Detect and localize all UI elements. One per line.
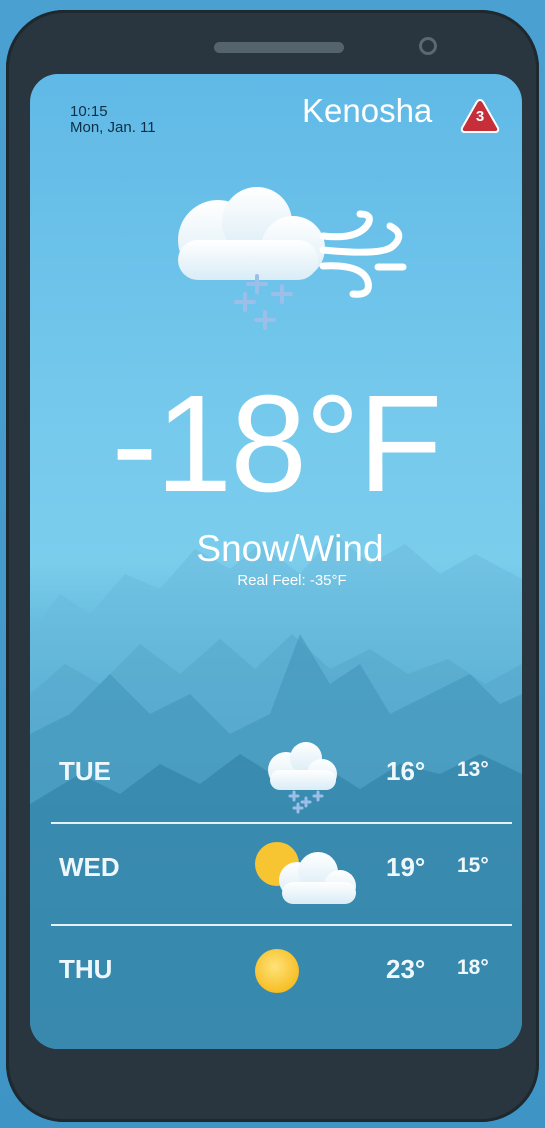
forecast-day: TUE (59, 756, 111, 786)
forecast-low: 15° (457, 854, 489, 877)
forecast-high: 23° (386, 954, 426, 984)
forecast-high: 19° (386, 852, 426, 882)
current-temperature: -18°F (111, 367, 443, 521)
forecast-row-thu[interactable]: THU 23° 18° (46, 932, 508, 1028)
row-divider (51, 924, 512, 926)
forecast-row-wed[interactable]: WED 19° 15° (46, 830, 508, 926)
forecast-high: 16° (386, 756, 426, 786)
speaker-grille (214, 42, 344, 53)
forecast-low: 18° (457, 956, 489, 979)
forecast-low: 13° (457, 758, 489, 781)
forecast-day: THU (59, 954, 113, 984)
status-date: Mon, Jan. 11 (70, 119, 156, 136)
forecast-row-tue[interactable]: TUE 16° 13° (46, 734, 508, 830)
status-time-date: 10:15 Mon, Jan. 11 (70, 104, 156, 136)
city-name[interactable]: Kenosha (302, 92, 432, 130)
real-feel: Real Feel: -35°F (237, 572, 347, 589)
phone-frame: 10:15 Mon, Jan. 11 Kenosha 3 -18°F Snow/… (6, 10, 539, 1122)
row-divider (51, 822, 512, 824)
alert-count: 3 (475, 108, 485, 125)
front-camera (419, 37, 437, 55)
forecast-day: WED (59, 852, 120, 882)
partly-cloudy-icon (255, 842, 356, 904)
sun-icon (255, 949, 299, 993)
weather-screen: 10:15 Mon, Jan. 11 Kenosha 3 -18°F Snow/… (30, 74, 522, 1049)
cloud-snow-icon (268, 742, 337, 814)
snow-wind-icon (178, 187, 407, 330)
alert-badge[interactable]: 3 (460, 98, 500, 134)
status-time: 10:15 (70, 103, 108, 120)
current-condition: Snow/Wind (196, 528, 384, 569)
